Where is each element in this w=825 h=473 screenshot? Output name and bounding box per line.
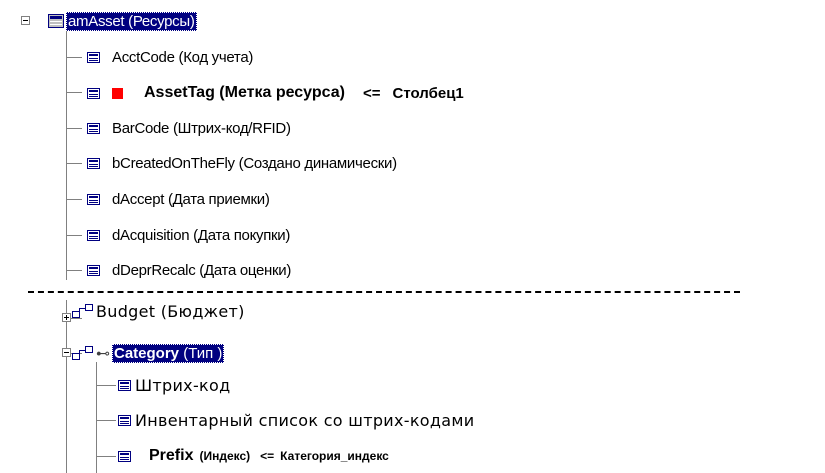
subfield-label: Prefix [149,447,194,464]
root-label: amAsset (Ресурсы) [66,11,197,31]
tree-subfield-item[interactable]: Инвентарный список со штрих-кодами [118,405,474,435]
link-icon [72,346,94,360]
tree-line [66,128,82,129]
subfield-label: Штрих-код [135,375,231,395]
collapse-toggle[interactable] [21,16,30,25]
tree-field-item-mapped[interactable]: AssetTag (Метка ресурса) <= Столбец1 [87,78,464,108]
field-icon [87,193,100,205]
mapping-tree: amAsset (Ресурсы) AcctCode (Код учета) A… [0,0,825,473]
tree-line [66,57,82,58]
field-label: dAccept (Дата приемки) [112,190,270,208]
tree-line [96,456,116,457]
field-label: dDeprRecalc (Дата оценки) [112,261,292,279]
tree-field-item[interactable]: dDeprRecalc (Дата оценки) [87,255,291,285]
field-label: AssetTag (Метка ресурса) [144,84,345,101]
tree-link-item[interactable]: Budget (Бюджет) [72,296,245,326]
tree-line [66,31,67,280]
tree-field-item[interactable]: dAcquisition (Дата покупки) [87,220,290,250]
field-icon [87,87,100,99]
field-icon [118,414,131,426]
tree-link-item-selected[interactable]: ⊷ Category (Тип ) [72,338,225,368]
field-icon [87,157,100,169]
tree-line [66,300,67,473]
field-icon [87,264,100,276]
field-icon [87,122,100,134]
mapping-target: Столбец1 [392,84,464,102]
tree-line [66,270,82,271]
mapping-arrow: <= [362,84,381,102]
expand-toggle[interactable] [62,313,71,322]
tree-line [96,385,116,386]
mapping-target: Категория_индекс [280,449,389,463]
tree-line [96,420,116,421]
link-label-rest: (Тип ) [179,344,223,362]
field-label: BarCode (Штрих-код/RFID) [112,119,291,137]
tree-subfield-item[interactable]: Штрих-код [118,370,230,400]
tree-field-item[interactable]: AcctCode (Код учета) [87,42,253,72]
tree-line [66,235,82,236]
field-label: bCreatedOnTheFly (Создано динамически) [112,154,397,172]
field-label: dAcquisition (Дата покупки) [112,226,291,244]
tree-field-item[interactable]: dAccept (Дата приемки) [87,184,270,214]
tree-subfield-item-mapped[interactable]: Prefix (Индекс) <= Категория_индекс [118,441,389,471]
table-icon [48,14,64,28]
tree-line [66,163,82,164]
field-icon [87,229,100,241]
field-label: AcctCode (Код учета) [112,48,254,66]
collapse-toggle[interactable] [62,348,71,357]
field-icon [87,51,100,63]
tree-field-item[interactable]: BarCode (Штрих-код/RFID) [87,113,291,143]
link-label-selected: Category (Тип ) [112,343,225,363]
tree-line [66,199,82,200]
tree-line [66,92,82,93]
mapping-arrow: <= [260,449,275,463]
field-icon [118,450,131,462]
subfield-hint: (Индекс) [199,449,251,463]
mapped-marker-icon [112,87,123,99]
field-icon [118,379,131,391]
pin-icon: ⊷ [96,344,110,361]
tree-field-item[interactable]: bCreatedOnTheFly (Создано динамически) [87,148,397,178]
subfield-label: Инвентарный список со штрих-кодами [135,410,475,430]
tree-root-node[interactable]: amAsset (Ресурсы) [48,6,197,36]
link-icon [72,304,94,318]
link-label: Budget (Бюджет) [96,301,245,321]
mapping-separator [28,291,740,293]
link-label-name: Category [114,344,180,362]
